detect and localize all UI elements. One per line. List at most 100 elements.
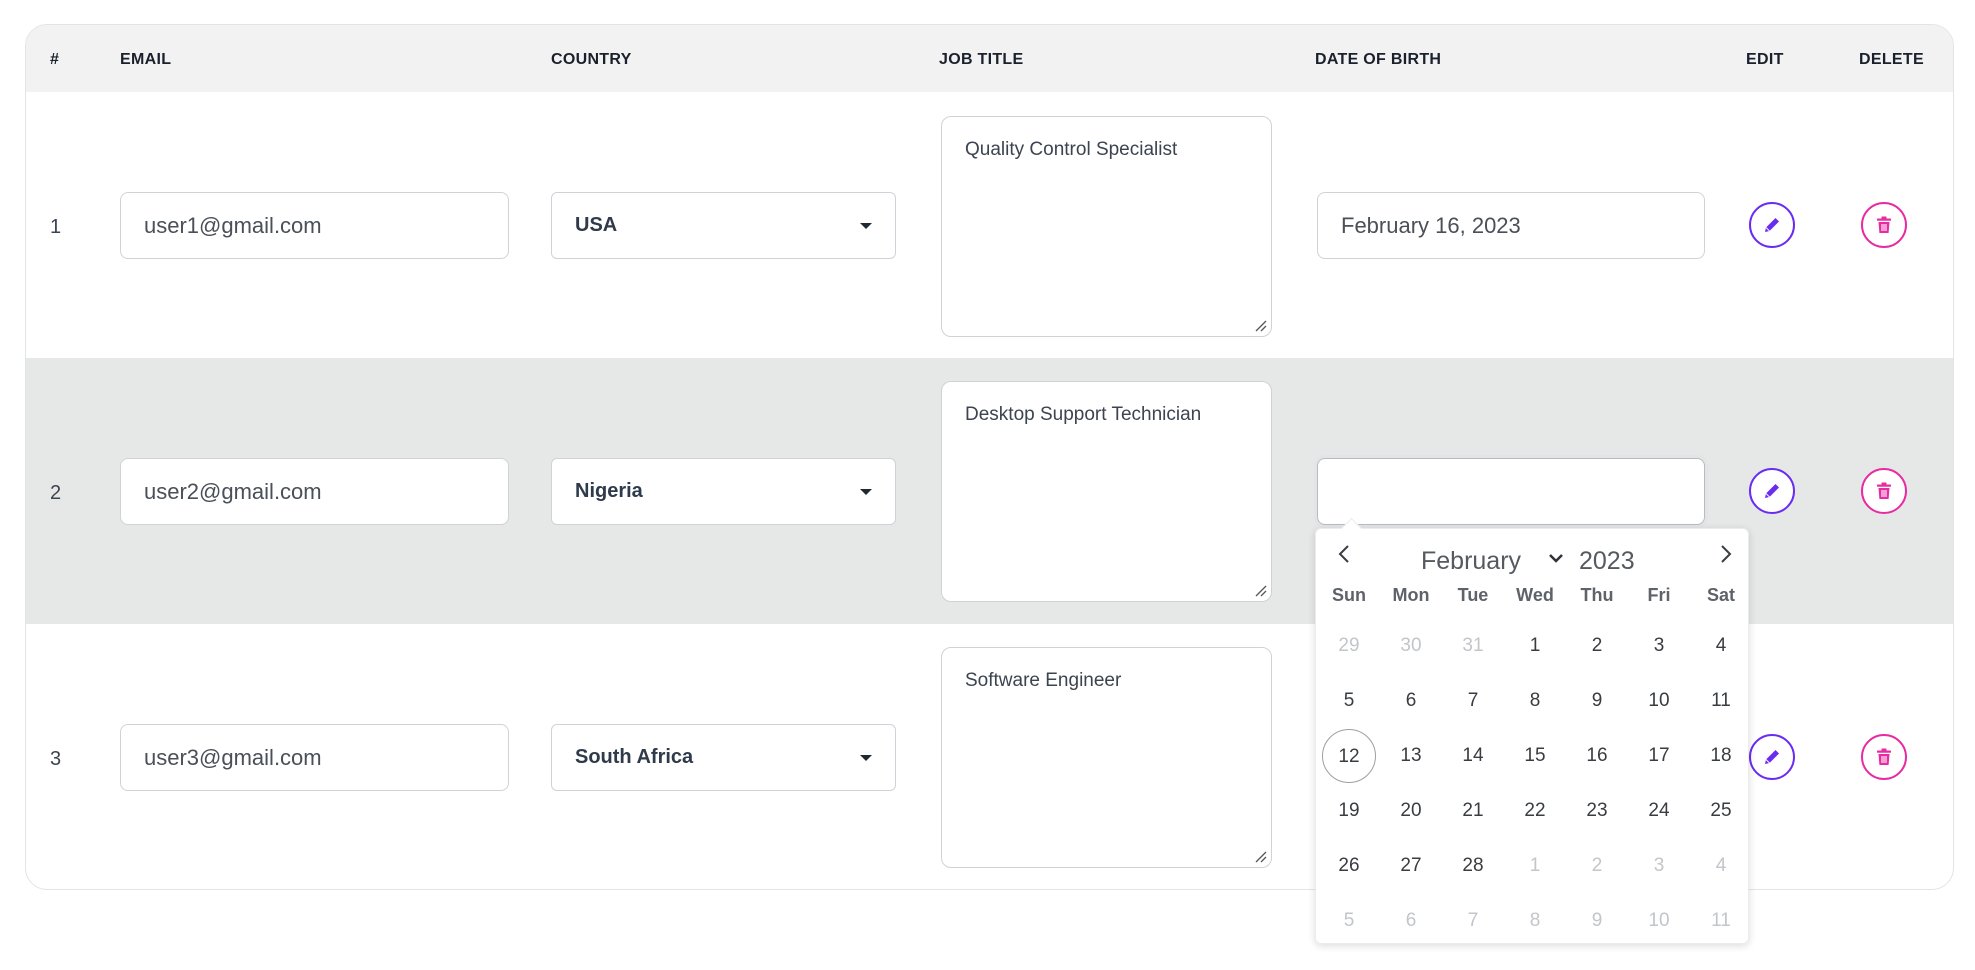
header-edit: EDIT — [1746, 51, 1784, 68]
calendar-day[interactable]: 2 — [1570, 619, 1624, 673]
edit-button[interactable] — [1749, 202, 1795, 248]
calendar-day[interactable]: 6 — [1384, 674, 1438, 728]
email-field[interactable]: user3@gmail.com — [120, 724, 509, 791]
calendar-day[interactable]: 9 — [1570, 894, 1624, 948]
pencil-icon — [1765, 750, 1779, 764]
row-number: 3 — [50, 748, 62, 770]
calendar-day[interactable]: 18 — [1694, 729, 1748, 783]
row-number: 2 — [50, 482, 62, 504]
calendar-day[interactable]: 4 — [1694, 839, 1748, 893]
calendar-day[interactable]: 13 — [1384, 729, 1438, 783]
calendar-day[interactable]: 14 — [1446, 729, 1500, 783]
calendar-day[interactable]: 8 — [1508, 894, 1562, 948]
calendar-day[interactable]: 8 — [1508, 674, 1562, 728]
job-title-textarea[interactable]: Quality Control Specialist — [941, 116, 1272, 337]
pencil-icon — [1765, 484, 1779, 498]
calendar-day[interactable]: 9 — [1570, 674, 1624, 728]
delete-button[interactable] — [1861, 202, 1907, 248]
edit-button[interactable] — [1749, 468, 1795, 514]
caret-down-icon — [860, 222, 872, 229]
calendar-day[interactable]: 3 — [1632, 839, 1686, 893]
calendar-day[interactable]: 11 — [1694, 894, 1748, 948]
calendar-day[interactable]: 7 — [1446, 894, 1500, 948]
calendar-weekday: Mon — [1392, 585, 1430, 605]
header-country: COUNTRY — [551, 51, 632, 68]
country-select-value: USA — [575, 214, 618, 236]
calendar-day[interactable]: 25 — [1694, 784, 1748, 838]
delete-button[interactable] — [1861, 734, 1907, 780]
date-of-birth-field[interactable] — [1317, 458, 1705, 525]
calendar-day[interactable]: 21 — [1446, 784, 1500, 838]
calendar-weekday: Sun — [1332, 585, 1366, 605]
calendar-day[interactable]: 2 — [1570, 839, 1624, 893]
trash-icon — [1877, 482, 1891, 499]
calendar-day[interactable]: 31 — [1446, 619, 1500, 673]
calendar-day[interactable]: 28 — [1446, 839, 1500, 893]
calendar-day[interactable]: 5 — [1322, 894, 1376, 948]
resize-grip-icon[interactable] — [1253, 318, 1267, 332]
caret-down-icon — [860, 754, 872, 761]
calendar-day[interactable]: 22 — [1508, 784, 1562, 838]
chevron-left-icon[interactable] — [1334, 543, 1354, 565]
calendar-day[interactable]: 11 — [1694, 674, 1748, 728]
calendar-weekday: Sat — [1706, 585, 1735, 605]
edit-button[interactable] — [1749, 734, 1795, 780]
calendar-day[interactable]: 24 — [1632, 784, 1686, 838]
resize-grip-icon[interactable] — [1253, 583, 1267, 597]
calendar-day[interactable]: 16 — [1570, 729, 1624, 783]
calendar-year-input[interactable]: 2023 — [1579, 547, 1635, 576]
calendar-day[interactable]: 1 — [1508, 839, 1562, 893]
calendar-day[interactable]: 1 — [1508, 619, 1562, 673]
job-title-textarea[interactable]: Software Engineer — [941, 647, 1272, 868]
caret-down-icon — [860, 488, 872, 495]
calendar-day[interactable]: 4 — [1694, 619, 1748, 673]
calendar-day[interactable]: 17 — [1632, 729, 1686, 783]
trash-icon — [1877, 748, 1891, 765]
date-of-birth-field[interactable]: February 16, 2023 — [1317, 192, 1705, 259]
trash-icon — [1877, 216, 1891, 233]
calendar-day[interactable]: 19 — [1322, 784, 1376, 838]
date-picker-calendar: February 2023 Sun Mon Tue Wed Thu Fri Sat 29 30… — [1315, 517, 1749, 944]
pencil-icon — [1765, 218, 1779, 232]
country-select[interactable]: South Africa — [551, 724, 896, 791]
header-delete: DELETE — [1859, 51, 1924, 68]
calendar-day[interactable]: 30 — [1384, 619, 1438, 673]
email-field[interactable]: user1@gmail.com — [120, 192, 509, 259]
job-title-text: Desktop Support Technician — [965, 404, 1202, 425]
calendar-day[interactable]: 7 — [1446, 674, 1500, 728]
calendar-day[interactable]: 10 — [1632, 894, 1686, 948]
calendar-day[interactable]: 15 — [1508, 729, 1562, 783]
chevron-right-icon[interactable] — [1716, 543, 1736, 565]
calendar-day[interactable]: 6 — [1384, 894, 1438, 948]
job-title-text: Quality Control Specialist — [965, 139, 1178, 160]
header-date-of-birth: DATE OF BIRTH — [1315, 51, 1442, 68]
calendar-day[interactable]: 20 — [1384, 784, 1438, 838]
calendar-day[interactable]: 10 — [1632, 674, 1686, 728]
header-email: EMAIL — [120, 51, 172, 68]
header-number: # — [50, 51, 60, 68]
country-select[interactable]: Nigeria — [551, 458, 896, 525]
job-title-text: Software Engineer — [965, 670, 1122, 691]
calendar-day[interactable]: 29 — [1322, 619, 1376, 673]
calendar-month-select[interactable]: February — [1421, 547, 1521, 576]
calendar-weekday: Thu — [1580, 585, 1614, 605]
calendar-day[interactable]: 23 — [1570, 784, 1624, 838]
country-select[interactable]: USA — [551, 192, 896, 259]
email-field[interactable]: user2@gmail.com — [120, 458, 509, 525]
delete-button[interactable] — [1861, 468, 1907, 514]
calendar-weekday: Fri — [1647, 585, 1671, 605]
calendar-day[interactable]: 12 — [1322, 729, 1376, 783]
resize-grip-icon[interactable] — [1253, 849, 1267, 863]
country-select-value: Nigeria — [575, 480, 643, 502]
calendar-day[interactable]: 5 — [1322, 674, 1376, 728]
country-select-value: South Africa — [575, 746, 694, 768]
table-header: # EMAIL COUNTRY JOB TITLE DATE OF BIRTH … — [26, 25, 1953, 92]
job-title-textarea[interactable]: Desktop Support Technician — [941, 381, 1272, 602]
calendar-weekday: Tue — [1457, 585, 1489, 605]
calendar-day[interactable]: 3 — [1632, 619, 1686, 673]
row-number: 1 — [50, 216, 62, 238]
chevron-down-icon[interactable] — [1548, 551, 1564, 565]
calendar-day[interactable]: 26 — [1322, 839, 1376, 893]
calendar-day[interactable]: 27 — [1384, 839, 1438, 893]
calendar-weekday: Wed — [1516, 585, 1554, 605]
